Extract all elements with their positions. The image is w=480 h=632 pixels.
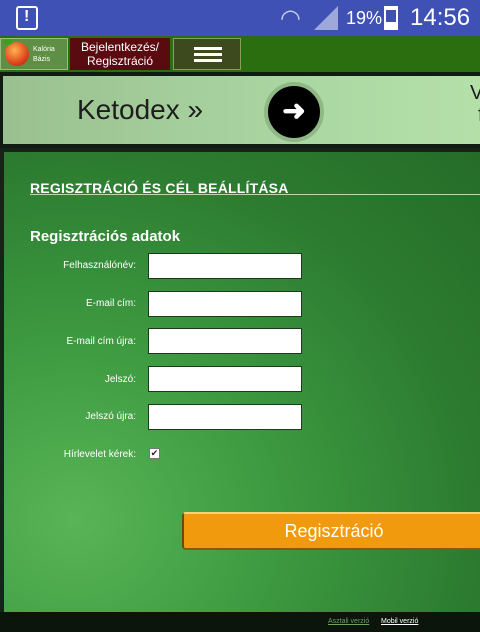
username-input[interactable] [148,253,302,279]
battery-icon [384,6,398,30]
mobile-version-link[interactable]: Mobil verzió [381,618,418,625]
clock: 14:56 [410,4,471,31]
banner-title: Ketodex » [77,94,204,125]
hamburger-menu-button[interactable] [173,38,241,70]
top-nav: Kalória Bázis Bejelentkezés/ Regisztráci… [0,36,480,72]
logo-text: Kalória Bázis [33,45,55,65]
password-confirm-label: Jelszó újra: [85,411,136,422]
register-button[interactable]: Regisztráció [182,512,480,550]
menu-icon-bar [194,53,222,56]
logo-line1: Kalória [33,46,55,53]
footer: Asztali verzió Mobil verzió [0,612,480,632]
email-input[interactable] [148,291,302,317]
menu-icon-bar [194,47,222,50]
logo-line2: Bázis [33,56,51,63]
password-input[interactable] [148,366,302,392]
registration-panel-body: REGISZTRÁCIÓ ÉS CÉL BEÁLLÍTÁSA Regisztrá… [4,152,480,612]
login-line2: Regisztráció [86,54,154,68]
apple-logo-icon [5,42,29,66]
email-confirm-label: E-mail cím újra: [66,336,136,347]
email-label: E-mail cím: [86,298,136,309]
banner-inner: Ketodex » ➜ V f [3,76,480,144]
banner-edge-text: V [470,82,480,104]
login-line1: Bejelentkezés/ [80,40,160,54]
email-confirm-input[interactable] [148,328,302,354]
status-bar: ◠ 19% 14:56 [0,0,480,36]
menu-icon-bar [194,59,222,62]
section-divider [30,194,480,195]
alert-icon [16,6,38,30]
password-label: Jelszó: [104,374,136,385]
signal-icon [314,6,338,30]
newsletter-label: Hírlevelet kérek: [63,449,136,460]
password-confirm-input[interactable] [148,404,302,430]
login-register-button[interactable]: Bejelentkezés/ Regisztráció [70,38,170,70]
sub-title: Regisztrációs adatok [30,228,181,245]
newsletter-checkbox[interactable]: ✔ [149,448,160,459]
username-label: Felhasználónév: [63,260,136,271]
ketodex-banner[interactable]: Ketodex » ➜ V f [0,72,480,148]
desktop-version-link[interactable]: Asztali verzió [328,618,369,625]
site-logo[interactable]: Kalória Bázis [0,38,68,70]
arrow-right-icon[interactable]: ➜ [264,82,324,142]
wifi-icon: ◠ [280,5,301,32]
leaf-icon [3,39,13,45]
battery-percent: 19% [346,8,383,28]
registration-panel: REGISZTRÁCIÓ ÉS CÉL BEÁLLÍTÁSA Regisztrá… [0,148,480,612]
